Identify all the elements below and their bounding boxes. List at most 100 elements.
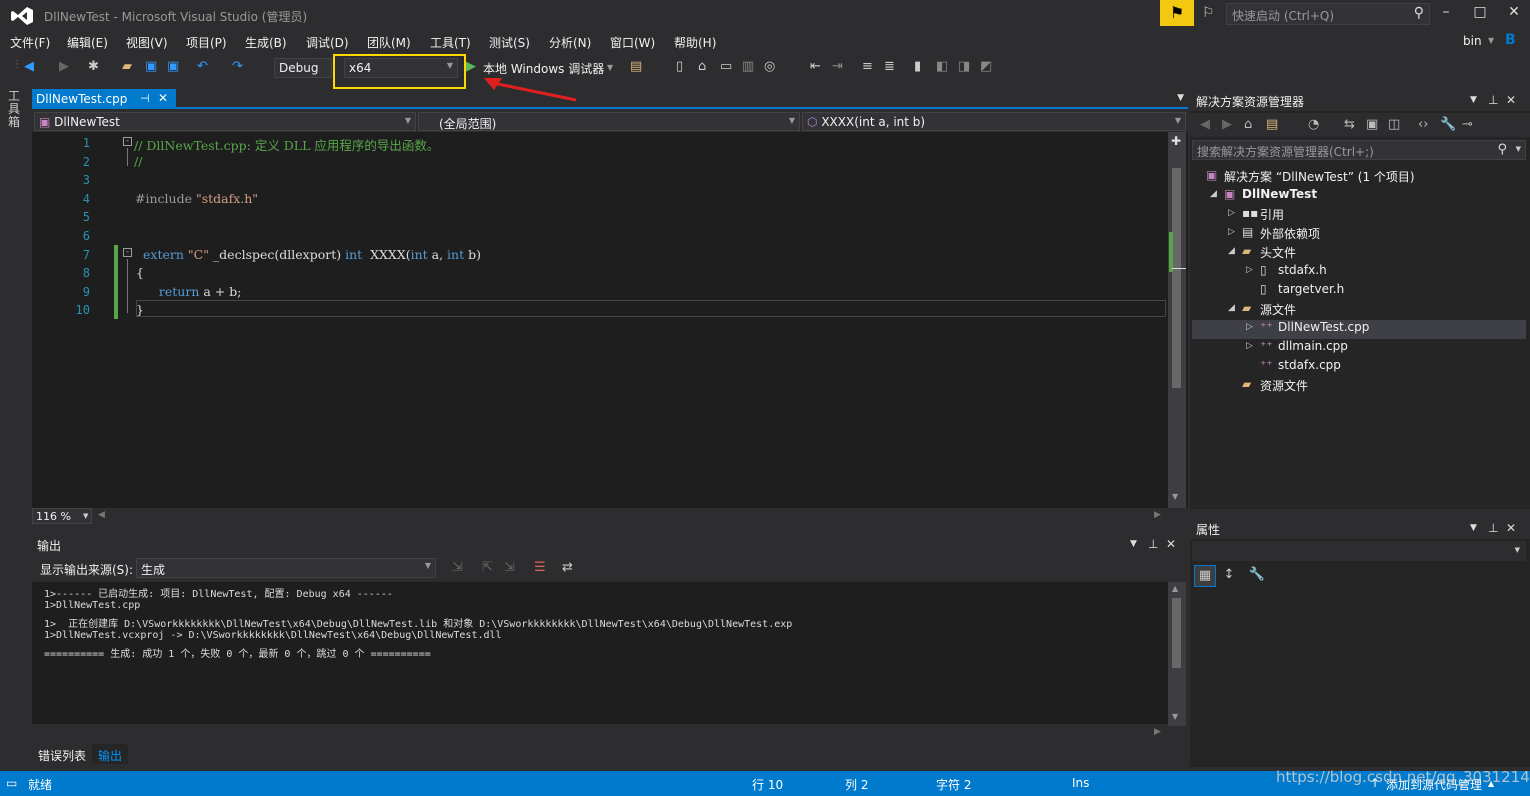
menu-analyze[interactable]: 分析(N) bbox=[549, 34, 591, 51]
diagnostics-icon[interactable]: ◎ bbox=[764, 59, 775, 77]
indent-icon[interactable]: ⇥ bbox=[832, 59, 843, 77]
new-project-icon[interactable]: ✱ bbox=[88, 59, 99, 77]
alphabetical-icon[interactable]: ↕ bbox=[1218, 565, 1240, 587]
debugger-dropdown-icon[interactable]: ▼ bbox=[607, 63, 613, 81]
toolbox-tab[interactable]: 工具箱 bbox=[8, 90, 22, 129]
redo-icon[interactable]: ↷ bbox=[232, 59, 243, 77]
back-icon[interactable]: ◀ bbox=[1200, 117, 1210, 132]
collapse-all-icon[interactable]: ▣ bbox=[1366, 117, 1378, 132]
scrollbar-thumb[interactable] bbox=[1172, 598, 1181, 668]
tree-item[interactable]: ▣ 解决方案 “DllNewTest” (1 个项目) bbox=[1190, 167, 1530, 186]
sync-icon[interactable]: ⇆ bbox=[1344, 117, 1355, 132]
pending-changes-icon[interactable]: ◔ bbox=[1308, 117, 1319, 132]
close-icon[interactable]: ✕ bbox=[1506, 521, 1516, 535]
menu-view[interactable]: 视图(V) bbox=[126, 34, 168, 51]
feedback-flag-icon[interactable]: ⚑ bbox=[1160, 0, 1194, 26]
uncomment-icon[interactable]: ≣ bbox=[884, 59, 895, 77]
scroll-left-icon[interactable]: ◀ bbox=[98, 510, 105, 520]
expanded-arrow-icon[interactable]: ◢ bbox=[1228, 246, 1235, 256]
scroll-down-icon[interactable]: ▼ bbox=[1172, 712, 1178, 721]
menu-project[interactable]: 项目(P) bbox=[186, 34, 227, 51]
close-icon[interactable]: ✕ bbox=[1506, 93, 1516, 107]
home-icon[interactable]: ⌂ bbox=[1244, 117, 1252, 132]
tree-item[interactable]: ◢ ▰ 源文件 bbox=[1190, 300, 1530, 319]
minimize-button[interactable]: – bbox=[1432, 4, 1460, 24]
collapsed-arrow-icon[interactable]: ▷ bbox=[1228, 227, 1235, 237]
close-tab-icon[interactable]: ✕ bbox=[158, 91, 168, 105]
expanded-arrow-icon[interactable]: ◢ bbox=[1210, 189, 1217, 199]
editor-vertical-scrollbar[interactable]: ✚ ▼ bbox=[1168, 132, 1186, 508]
property-pages-icon[interactable]: 🔧 bbox=[1246, 565, 1268, 587]
window-menu-icon[interactable]: ▼ bbox=[1470, 523, 1477, 533]
window-menu-icon[interactable]: ▼ bbox=[1470, 95, 1477, 105]
tab-output[interactable]: 输出 bbox=[92, 744, 129, 764]
notifications-icon[interactable]: ⚐ bbox=[1202, 5, 1220, 23]
undo-icon[interactable]: ↶ bbox=[197, 59, 208, 77]
collapsed-arrow-icon[interactable]: ▷ bbox=[1246, 265, 1253, 275]
find-in-files-icon[interactable]: ▤ bbox=[630, 59, 642, 77]
pin-icon[interactable]: ⊣ bbox=[140, 92, 150, 105]
comment-icon[interactable]: ≡ bbox=[862, 59, 873, 77]
menu-help[interactable]: 帮助(H) bbox=[674, 34, 716, 51]
tree-item[interactable]: ▷ ▪▪ 引用 bbox=[1190, 205, 1530, 224]
user-name[interactable]: bin bbox=[1463, 34, 1482, 48]
quick-launch-input[interactable]: 快速启动 (Ctrl+Q) ⚲ bbox=[1226, 3, 1430, 25]
find-message-icon[interactable]: ⇲ bbox=[452, 560, 463, 578]
zoom-select[interactable]: 116 % ▼ bbox=[32, 508, 92, 524]
prev-message-icon[interactable]: ⇱ bbox=[482, 560, 493, 578]
output-text[interactable]: 1>------ 已启动生成: 项目: DllNewTest, 配置: Debu… bbox=[32, 582, 1168, 724]
word-wrap-icon[interactable]: ⇄ bbox=[562, 560, 573, 578]
menu-debug[interactable]: 调试(D) bbox=[306, 34, 349, 51]
close-icon[interactable]: ✕ bbox=[1166, 537, 1176, 551]
save-icon[interactable]: ▣ bbox=[145, 59, 157, 77]
menu-tools[interactable]: 工具(T) bbox=[430, 34, 471, 51]
next-bookmark-icon[interactable]: ◨ bbox=[958, 59, 970, 77]
bookmark-icon[interactable]: ▮ bbox=[914, 59, 921, 77]
layout-icon[interactable]: ▥ bbox=[742, 59, 754, 77]
outdent-icon[interactable]: ⇤ bbox=[810, 59, 821, 77]
collapsed-arrow-icon[interactable]: ▷ bbox=[1246, 322, 1253, 332]
close-button[interactable]: ✕ bbox=[1500, 4, 1528, 24]
save-all-icon[interactable]: ▣ bbox=[167, 59, 179, 77]
tab-error-list[interactable]: 错误列表 bbox=[32, 744, 92, 764]
camera-icon[interactable]: ⌂ bbox=[698, 59, 706, 77]
next-message-icon[interactable]: ⇲ bbox=[504, 560, 515, 578]
forward-icon[interactable]: ▶ bbox=[1222, 117, 1232, 132]
prev-bookmark-icon[interactable]: ◧ bbox=[936, 59, 948, 77]
properties-wrench-icon[interactable]: 🔧 bbox=[1440, 117, 1456, 132]
scroll-up-icon[interactable]: ▲ bbox=[1172, 584, 1178, 593]
tree-item[interactable]: ◢ ▰ 头文件 bbox=[1190, 243, 1530, 262]
collapsed-arrow-icon[interactable]: ▷ bbox=[1228, 208, 1235, 218]
tree-item[interactable]: ▷ ▤ 外部依赖项 bbox=[1190, 224, 1530, 243]
menu-test[interactable]: 测试(S) bbox=[489, 34, 530, 51]
solution-search-input[interactable]: 搜索解决方案资源管理器(Ctrl+;) ⚲ ▼ bbox=[1192, 140, 1526, 160]
open-file-icon[interactable]: ▰ bbox=[122, 59, 132, 77]
tab-dllnewtest-cpp[interactable]: DllNewTest.cpp ⊣ ✕ bbox=[32, 89, 176, 109]
forward-icon[interactable]: ▶ bbox=[59, 59, 69, 77]
menu-team[interactable]: 团队(M) bbox=[367, 34, 411, 51]
back-icon[interactable]: ◀ bbox=[24, 59, 34, 77]
clear-bookmarks-icon[interactable]: ◩ bbox=[980, 59, 992, 77]
fold-collapse-icon[interactable]: - bbox=[123, 248, 132, 257]
menu-window[interactable]: 窗口(W) bbox=[610, 34, 655, 51]
properties-object-select[interactable]: ▼ bbox=[1192, 541, 1526, 561]
pin-icon[interactable]: ⊥ bbox=[1488, 93, 1498, 107]
tree-item[interactable]: ▷ ⁺⁺ DllNewTest.cpp bbox=[1190, 319, 1530, 338]
show-all-files-icon[interactable]: ◫ bbox=[1388, 117, 1400, 132]
tree-item[interactable]: ▷ ⁺⁺ dllmain.cpp bbox=[1190, 338, 1530, 357]
code-editor[interactable]: - - 1 2 3 4 5 6 7 8 9 10 // DllNewTest.cpp: 定义 DL… bbox=[32, 132, 1188, 508]
project-dropdown[interactable]: ▣ DllNewTest ▼ bbox=[34, 112, 416, 131]
avatar[interactable]: B bbox=[1505, 32, 1521, 50]
pin-icon[interactable]: ⊥ bbox=[1148, 537, 1158, 551]
categorized-icon[interactable]: ▦ bbox=[1194, 565, 1216, 587]
menu-build[interactable]: 生成(B) bbox=[245, 34, 287, 51]
tab-overflow-icon[interactable]: ▼ bbox=[1177, 93, 1184, 103]
expanded-arrow-icon[interactable]: ◢ bbox=[1228, 303, 1235, 313]
solution-config-select[interactable]: Debug bbox=[274, 58, 332, 78]
user-dropdown-icon[interactable]: ▼ bbox=[1488, 36, 1494, 45]
output-source-select[interactable]: 生成 ▼ bbox=[136, 558, 436, 578]
tree-item[interactable]: ▰ 资源文件 bbox=[1190, 376, 1530, 395]
tree-item[interactable]: ◢ ▣ DllNewTest bbox=[1190, 186, 1530, 205]
window-menu-icon[interactable]: ▼ bbox=[1130, 539, 1137, 549]
output-vertical-scrollbar[interactable]: ▲ ▼ bbox=[1168, 582, 1186, 726]
